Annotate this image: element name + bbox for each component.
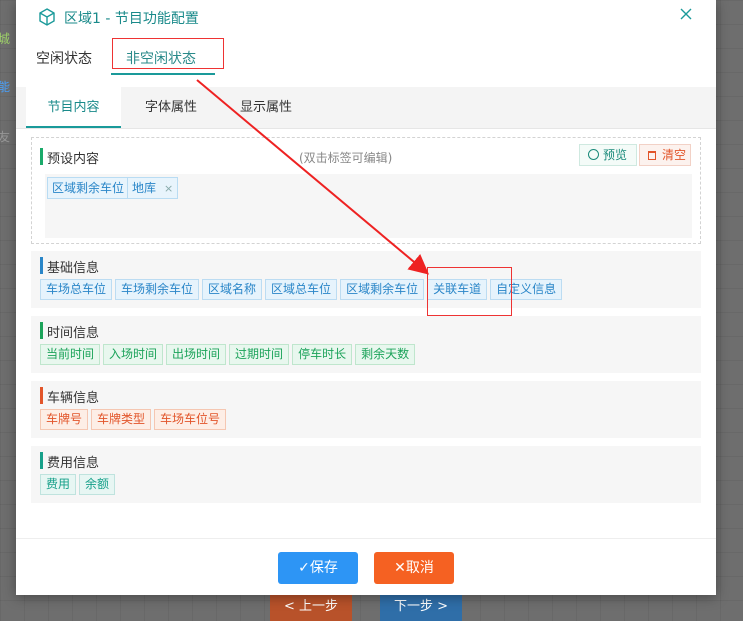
remove-tag-icon[interactable]: × (164, 182, 173, 195)
dialog-title: 区域1 - 节目功能配置 (64, 11, 199, 27)
content-tabs: 节目内容 字体属性 显示属性 (16, 87, 716, 129)
prev-step-button[interactable]: < 上一步 (270, 592, 352, 621)
background-fragment-2: 能 (0, 80, 11, 94)
save-label: 保存 (309, 560, 338, 576)
dialog-header: 区域1 - 节目功能配置 (16, 0, 716, 34)
check-icon: ✓ (298, 560, 310, 576)
cross-icon: ✕ (394, 560, 406, 576)
tag-item[interactable]: 车场总车位 (40, 279, 113, 300)
tag-item[interactable]: 当前时间 (40, 344, 101, 365)
group-label: 费用信息 (40, 452, 99, 471)
tag-item[interactable]: 停车时长 (292, 344, 353, 365)
group-label: 基础信息 (40, 257, 99, 276)
tag-item[interactable]: 车牌类型 (91, 409, 152, 430)
group-label: 时间信息 (40, 322, 99, 341)
background-fragment-3: 友 (0, 130, 11, 144)
group-time-info: 时间信息 当前时间 入场时间 出场时间 过期时间 停车时长 剩余天数 (31, 316, 701, 373)
tag-item[interactable]: 区域名称 (202, 279, 263, 300)
tab-program-content[interactable]: 节目内容 (26, 87, 121, 128)
tag-item[interactable]: 入场时间 (103, 344, 164, 365)
preview-button[interactable]: 预览 (579, 144, 637, 166)
group-fee-info: 费用信息 费用 余额 (31, 446, 701, 503)
tag-item[interactable]: 车场剩余车位 (115, 279, 200, 300)
active-tab-underline (111, 73, 215, 75)
preset-tag[interactable]: 区域剩余车位 (47, 177, 130, 199)
search-icon (588, 149, 599, 160)
annotation-box (427, 267, 512, 316)
preset-label: 预设内容 (40, 148, 99, 167)
preset-drop-area[interactable]: 区域剩余车位 地库 × (45, 174, 692, 238)
trash-icon (648, 151, 656, 160)
preset-tag[interactable]: 地库 × (127, 177, 179, 199)
status-tabs: 空闲状态 非空闲状态 (16, 38, 716, 78)
tag-item[interactable]: 车场车位号 (154, 409, 227, 430)
cancel-label: 取消 (405, 560, 434, 576)
tag-item[interactable]: 过期时间 (229, 344, 290, 365)
preset-content-panel: 预设内容 (双击标签可编辑) 预览 清空 区域剩余车位 地库 × (31, 137, 701, 244)
group-vehicle-info: 车辆信息 车牌号 车牌类型 车场车位号 (31, 381, 701, 438)
preview-label: 预览 (603, 148, 628, 162)
tag-item[interactable]: 剩余天数 (355, 344, 416, 365)
tag-item[interactable]: 余额 (79, 474, 116, 495)
close-icon[interactable] (678, 6, 694, 22)
tab-font-properties[interactable]: 字体属性 (136, 87, 206, 128)
tag-item[interactable]: 费用 (40, 474, 77, 495)
tag-item[interactable]: 区域总车位 (265, 279, 338, 300)
next-step-button[interactable]: 下一步 > (380, 592, 462, 621)
annotation-box (112, 38, 224, 69)
preset-tag-label: 地库 (132, 181, 157, 195)
cube-icon (39, 8, 55, 26)
preset-hint: (双击标签可编辑) (299, 151, 393, 165)
program-config-dialog: 区域1 - 节目功能配置 空闲状态 非空闲状态 节目内容 字体属性 显示属性 预… (16, 0, 716, 595)
background-fragment-1: 城 (0, 32, 11, 46)
tag-item[interactable]: 区域剩余车位 (340, 279, 425, 300)
save-button[interactable]: ✓保存 (278, 552, 358, 584)
tab-display-properties[interactable]: 显示属性 (231, 87, 301, 128)
group-label: 车辆信息 (40, 387, 99, 406)
tag-item[interactable]: 车牌号 (40, 409, 89, 430)
clear-button[interactable]: 清空 (639, 144, 691, 166)
group-basic-info: 基础信息 车场总车位 车场剩余车位 区域名称 区域总车位 区域剩余车位 关联车道… (31, 251, 701, 308)
clear-label: 清空 (662, 148, 687, 162)
tab-idle-status[interactable]: 空闲状态 (36, 48, 92, 68)
tag-item[interactable]: 出场时间 (166, 344, 227, 365)
cancel-button[interactable]: ✕取消 (374, 552, 454, 584)
dialog-footer: ✓保存 ✕取消 (16, 538, 716, 595)
